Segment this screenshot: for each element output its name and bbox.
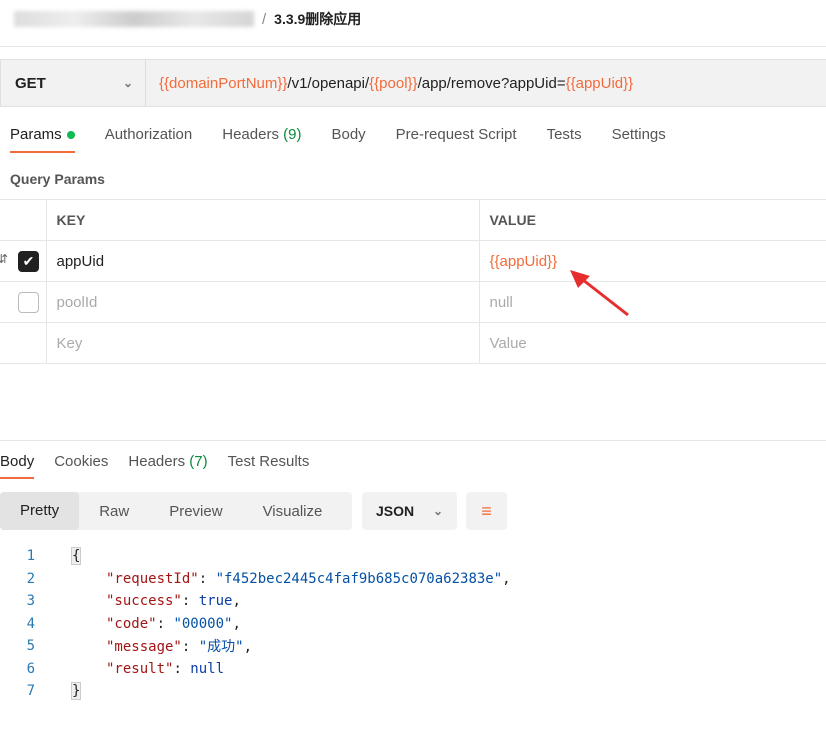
drag-handle-icon[interactable]: ⇵ bbox=[0, 252, 8, 266]
value-header: VALUE bbox=[478, 199, 826, 241]
tab-params[interactable]: Params bbox=[10, 126, 75, 153]
url-input[interactable]: {{domainPortNum}}/v1/openapi/{{pool}}/ap… bbox=[146, 60, 633, 106]
mode-raw[interactable]: Raw bbox=[79, 503, 149, 520]
format-select[interactable]: JSON ⌄ bbox=[362, 492, 457, 530]
wrap-lines-icon[interactable]: ≡ bbox=[466, 492, 507, 530]
tab-body[interactable]: Body bbox=[331, 126, 365, 153]
divider bbox=[0, 440, 826, 441]
url-var-appuid: {{appUid}} bbox=[565, 74, 634, 92]
tab-test-results[interactable]: Test Results bbox=[228, 453, 310, 479]
tab-tests[interactable]: Tests bbox=[547, 126, 582, 153]
checkbox[interactable]: ✔ bbox=[18, 251, 39, 272]
new-value-input[interactable]: Value bbox=[478, 322, 826, 364]
tab-headers[interactable]: Headers (9) bbox=[222, 126, 301, 153]
url-path: /v1/openapi/ bbox=[287, 74, 370, 92]
chevron-down-icon: ⌄ bbox=[432, 504, 443, 518]
tab-cookies[interactable]: Cookies bbox=[54, 453, 108, 479]
url-var-pool: {{pool}} bbox=[369, 74, 418, 92]
response-tabs: Body Cookies Headers (7) Test Results bbox=[0, 453, 309, 479]
url-path: /app/remove?appUid= bbox=[417, 74, 566, 92]
url-bar: GET ⌄ {{domainPortNum}}/v1/openapi/{{pool… bbox=[0, 59, 826, 107]
breadcrumb-parent-blurred[interactable] bbox=[14, 11, 254, 27]
tab-response-headers[interactable]: Headers (7) bbox=[128, 453, 207, 479]
tab-response-body[interactable]: Body bbox=[0, 453, 35, 479]
table-row: poolId null bbox=[0, 281, 826, 323]
mode-pretty[interactable]: Pretty bbox=[0, 492, 80, 530]
table-row: ⇵ ✔ appUid {{appUid}} bbox=[0, 240, 826, 282]
tab-prerequest[interactable]: Pre-request Script bbox=[396, 126, 517, 153]
divider bbox=[0, 46, 826, 47]
query-params-title: Query Params bbox=[10, 171, 105, 187]
view-mode-toggle: Pretty Raw Preview Visualize bbox=[0, 492, 352, 530]
response-body: 1{ 2 "requestId": "f452bec2445c4faf9b685c… bbox=[26, 547, 511, 701]
url-var-domain: {{domainPortNum}} bbox=[159, 74, 288, 92]
param-value[interactable]: {{appUid}} bbox=[478, 240, 826, 282]
method-label: GET bbox=[15, 74, 46, 92]
mode-visualize[interactable]: Visualize bbox=[243, 503, 343, 520]
request-title[interactable]: 3.3.9删除应用 bbox=[274, 9, 361, 29]
method-select[interactable]: GET ⌄ bbox=[1, 60, 146, 106]
checkbox[interactable] bbox=[18, 292, 39, 313]
param-key[interactable]: poolId bbox=[45, 281, 480, 323]
active-dot-icon bbox=[66, 131, 75, 140]
param-value[interactable]: null bbox=[478, 281, 826, 323]
table-row: Key Value bbox=[0, 322, 826, 364]
breadcrumb: / 3.3.9删除应用 bbox=[14, 8, 361, 30]
breadcrumb-separator: / bbox=[262, 10, 267, 28]
tab-settings[interactable]: Settings bbox=[612, 126, 666, 153]
annotation-arrow-icon bbox=[570, 270, 629, 317]
params-table: KEY VALUE ⇵ ✔ appUid {{appUid}} poolId null K… bbox=[0, 199, 826, 364]
tab-authorization[interactable]: Authorization bbox=[105, 126, 193, 153]
mode-preview[interactable]: Preview bbox=[149, 503, 242, 520]
chevron-down-icon: ⌄ bbox=[122, 76, 133, 90]
param-key[interactable]: appUid bbox=[45, 240, 480, 282]
key-header: KEY bbox=[45, 199, 480, 241]
new-key-input[interactable]: Key bbox=[45, 322, 480, 364]
request-tabs: Params Authorization Headers (9) Body Pr… bbox=[10, 126, 666, 153]
